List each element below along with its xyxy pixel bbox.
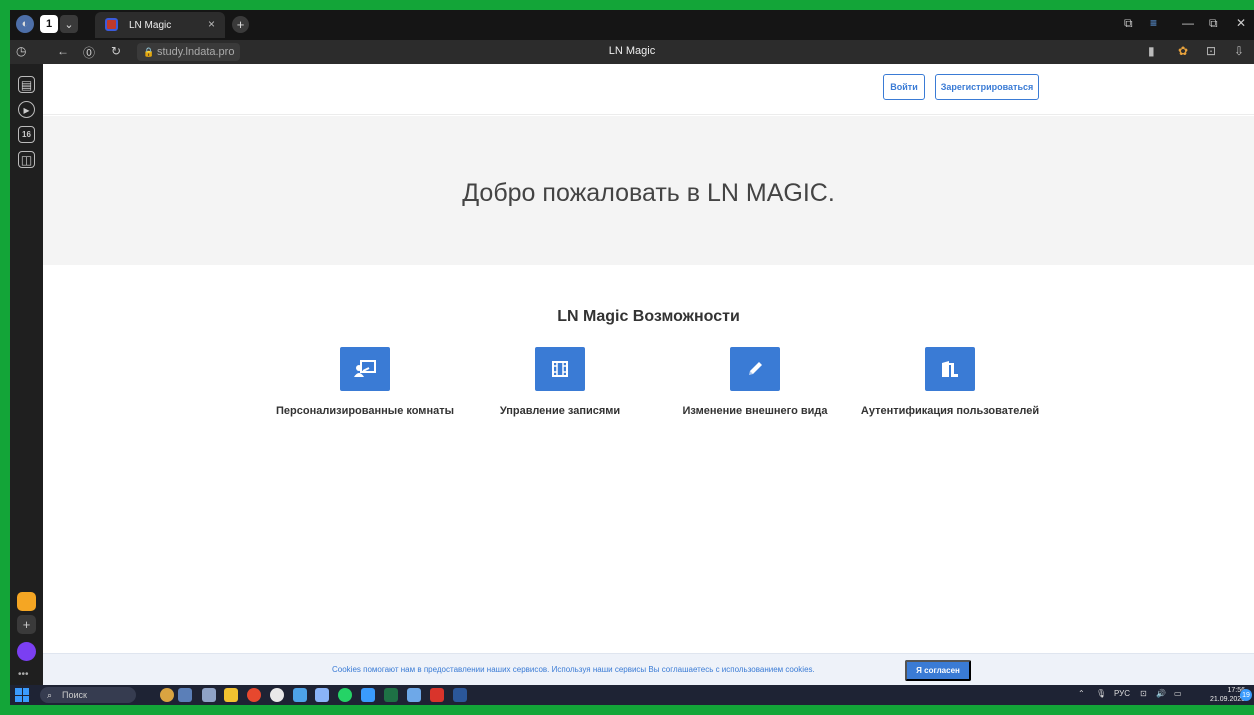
minimize-icon[interactable]: — bbox=[1182, 16, 1194, 30]
feature-label: Изменение внешнего вида bbox=[682, 405, 828, 417]
whatsapp-icon[interactable] bbox=[338, 688, 352, 702]
yandex-icon[interactable] bbox=[270, 688, 284, 702]
battery-icon[interactable]: ▭ bbox=[1174, 689, 1182, 698]
browser-sidebar: ▤ ▸ 16 ◫ + ••• bbox=[10, 64, 43, 685]
taskbar-search-placeholder: Поиск bbox=[62, 690, 87, 700]
lock-icon: 🔒 bbox=[143, 47, 155, 57]
feature-label: Персонализированные комнаты bbox=[276, 405, 454, 417]
feature-recordings: Управление записями bbox=[455, 347, 665, 417]
tab-menu-chevron-icon[interactable]: ⌄ bbox=[60, 15, 78, 33]
feature-label: Аутентификация пользователей bbox=[860, 405, 1040, 417]
add-panel-icon[interactable]: + bbox=[17, 615, 36, 634]
app-icon[interactable] bbox=[407, 688, 421, 702]
chalkboard-teacher-icon bbox=[340, 347, 390, 391]
reader-icon[interactable]: ⊡ bbox=[1206, 44, 1216, 58]
extension-icon[interactable]: ✿ bbox=[1178, 44, 1188, 58]
feature-authentication: Аутентификация пользователей bbox=[845, 347, 1055, 417]
volume-icon[interactable]: 🔊 bbox=[1156, 689, 1166, 698]
login-button[interactable]: Войти bbox=[883, 74, 925, 100]
features-heading: LN Magic Возможности bbox=[557, 308, 740, 325]
feature-label: Управление записями bbox=[499, 405, 621, 417]
url-field[interactable]: 🔒 study.lndata.pro bbox=[137, 43, 241, 61]
feature-personal-rooms: Персонализированные комнаты bbox=[260, 347, 470, 417]
language-indicator[interactable]: РУС bbox=[1114, 689, 1130, 698]
new-tab-button[interactable]: + bbox=[232, 16, 249, 33]
feature-appearance: Изменение внешнего вида bbox=[650, 347, 860, 417]
tab-close-icon[interactable]: × bbox=[208, 17, 215, 31]
network-icon[interactable]: ⊡ bbox=[1140, 689, 1147, 698]
cookie-text: Cookies помогают нам в предоставлении на… bbox=[332, 665, 815, 674]
collections-icon[interactable]: ▤ bbox=[18, 76, 35, 93]
chrome-icon[interactable] bbox=[247, 688, 261, 702]
windows-start-icon[interactable] bbox=[15, 688, 29, 702]
cookie-accept-button[interactable]: Я согласен bbox=[905, 660, 971, 681]
acrobat-icon[interactable] bbox=[430, 688, 444, 702]
word-icon[interactable] bbox=[453, 688, 467, 702]
url-text: study.lndata.pro bbox=[157, 46, 235, 58]
media-play-icon[interactable]: ▸ bbox=[18, 101, 35, 118]
notifications-badge[interactable]: 19 bbox=[1240, 689, 1252, 701]
close-window-icon[interactable]: ✕ bbox=[1236, 16, 1246, 30]
taskbar-search[interactable]: ⌕ Поиск bbox=[40, 687, 136, 703]
network-app-icon[interactable] bbox=[293, 688, 307, 702]
alice-assistant-icon[interactable] bbox=[17, 642, 36, 661]
menu-icon[interactable]: ≡ bbox=[1150, 16, 1157, 30]
hero-section: Добро пожаловать в LN MAGIC. bbox=[43, 116, 1254, 265]
file-explorer-icon[interactable] bbox=[224, 688, 238, 702]
windows-taskbar: ⌕ Поиск ⌃ 🎙 РУС ⊡ 🔊 ▭ 17:56 21.09.2023 1… bbox=[10, 685, 1254, 705]
site-header: Войти Зарегистрироваться bbox=[43, 64, 1254, 115]
bookmark-icon[interactable]: ▮ bbox=[1148, 44, 1155, 58]
page-viewport: Войти Зарегистрироваться Добро пожаловат… bbox=[43, 64, 1254, 685]
calendar-icon[interactable]: 16 bbox=[18, 126, 35, 143]
reload-icon[interactable]: ↻ bbox=[111, 44, 121, 58]
back-icon[interactable]: ← bbox=[57, 44, 69, 58]
yandex-browser-taskbar-icon[interactable] bbox=[361, 688, 375, 702]
tab-title: LN Magic bbox=[129, 19, 172, 31]
browser-window: ◐ 1 ⌄ LN Magic × + ⧉ ≡ — ⧉ ✕ ◷ ← ⓪ ↻ 🔒 s… bbox=[10, 10, 1254, 705]
pencil-icon bbox=[730, 347, 780, 391]
hero-title: Добро пожаловать в LN MAGIC. bbox=[462, 179, 835, 207]
mail-app-icon[interactable] bbox=[17, 592, 36, 611]
desktop-icon[interactable] bbox=[202, 688, 216, 702]
register-button[interactable]: Зарегистрироваться bbox=[935, 74, 1039, 100]
address-bar-row: ◷ ← ⓪ ↻ 🔒 study.lndata.pro LN Magic ▮ ✿ … bbox=[10, 40, 1254, 64]
film-icon bbox=[535, 347, 585, 391]
tab-strip: ◐ 1 ⌄ LN Magic × + ⧉ ≡ — ⧉ ✕ bbox=[10, 10, 1254, 40]
task-view-icon[interactable] bbox=[178, 688, 192, 702]
excel-icon[interactable] bbox=[384, 688, 398, 702]
screenshot-icon[interactable]: ◫ bbox=[18, 151, 35, 168]
browser-logo-icon[interactable]: ◐ bbox=[16, 15, 34, 33]
save-app-icon[interactable] bbox=[315, 688, 329, 702]
more-icon[interactable]: ••• bbox=[18, 669, 29, 680]
tray-chevron-icon[interactable]: ⌃ bbox=[1078, 689, 1085, 698]
cookie-banner: Cookies помогают нам в предоставлении на… bbox=[43, 653, 1254, 685]
door-open-icon bbox=[925, 347, 975, 391]
protect-icon[interactable]: ⓪ bbox=[83, 44, 95, 61]
tab-favicon-icon bbox=[105, 18, 118, 31]
tabs-panel-icon[interactable]: ⧉ bbox=[1124, 16, 1133, 31]
history-icon[interactable]: ◷ bbox=[16, 44, 26, 58]
download-icon[interactable]: ⇩ bbox=[1234, 44, 1244, 58]
search-icon: ⌕ bbox=[47, 690, 53, 700]
restore-icon[interactable]: ⧉ bbox=[1209, 16, 1218, 31]
mic-icon[interactable]: 🎙 bbox=[1096, 689, 1106, 698]
tab-counter[interactable]: 1 bbox=[40, 15, 58, 33]
widgets-icon[interactable] bbox=[160, 688, 174, 702]
